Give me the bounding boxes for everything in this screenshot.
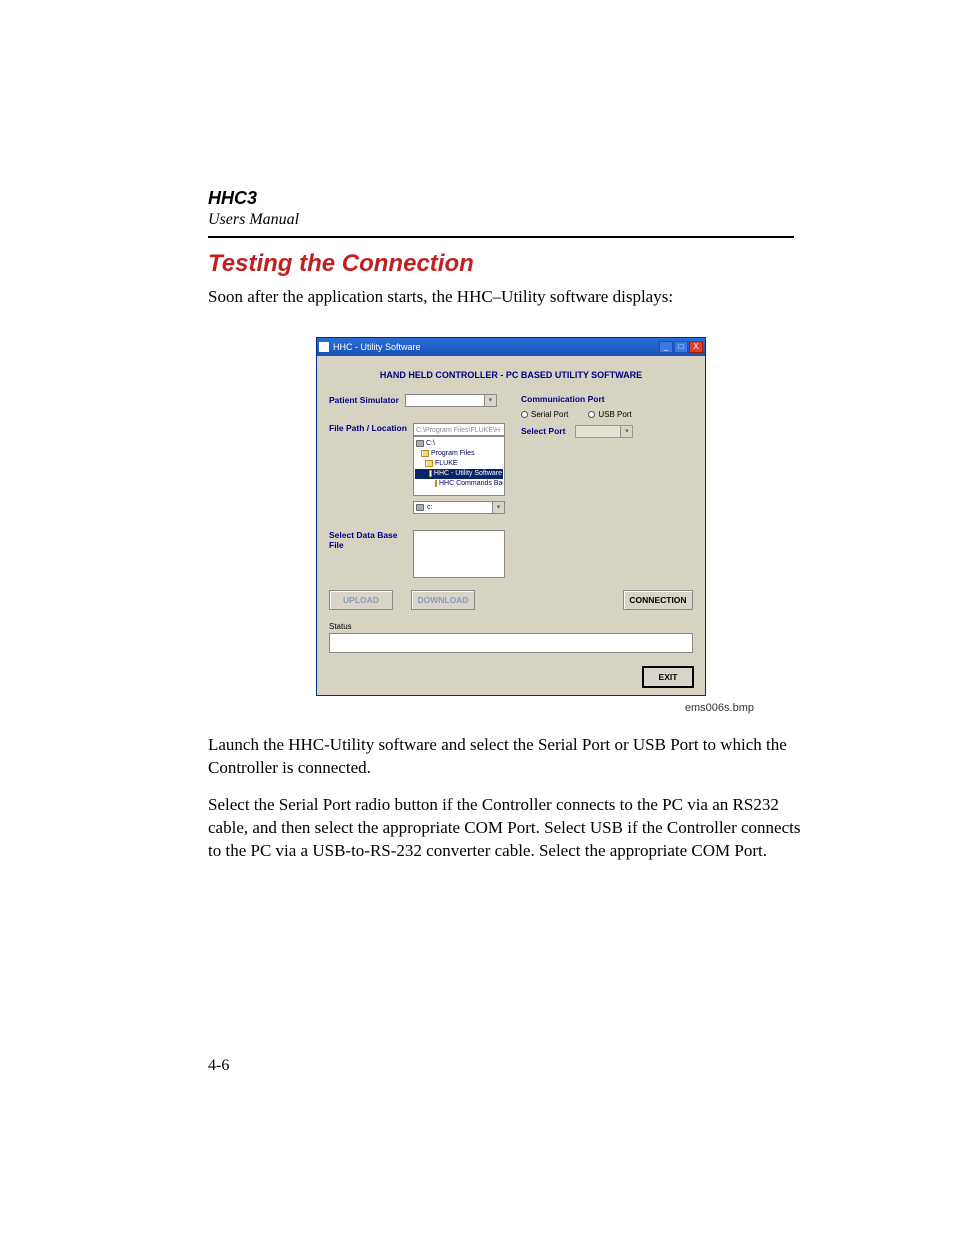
status-label: Status xyxy=(329,622,693,631)
product-name: HHC3 xyxy=(208,188,299,209)
header-rule xyxy=(208,236,794,238)
tree-item: FLUKE xyxy=(415,459,503,469)
paragraph-2: Launch the HHC-Utility software and sele… xyxy=(208,734,814,780)
download-button[interactable]: DOWNLOAD xyxy=(411,590,475,610)
usb-port-radio[interactable]: USB Port xyxy=(588,410,631,419)
window-title: HHC - Utility Software xyxy=(333,342,659,352)
select-db-label: Select Data Base File xyxy=(329,530,407,578)
chevron-down-icon: ▾ xyxy=(620,426,632,437)
paragraph-3: Select the Serial Port radio button if t… xyxy=(208,794,814,863)
intro-paragraph: Soon after the application starts, the H… xyxy=(208,286,814,309)
folder-tree[interactable]: C:\ Program Files FLUKE HHC - Utility So… xyxy=(413,436,505,496)
patient-simulator-label: Patient Simulator xyxy=(329,395,399,405)
folder-icon xyxy=(429,470,432,477)
database-file-listbox[interactable] xyxy=(413,530,505,578)
maximize-button[interactable]: □ xyxy=(674,341,688,353)
chevron-down-icon: ▾ xyxy=(484,395,496,406)
tree-item: HHC Commands Bac xyxy=(415,479,503,489)
patient-simulator-dropdown[interactable]: ▾ xyxy=(405,394,497,407)
drive-dropdown[interactable]: c: ▾ xyxy=(413,501,505,514)
figure-caption: ems006s.bmp xyxy=(208,702,754,714)
radio-icon xyxy=(588,411,595,418)
serial-port-radio[interactable]: Serial Port xyxy=(521,410,568,419)
status-box xyxy=(329,633,693,653)
folder-icon xyxy=(435,480,437,487)
page-number: 4-6 xyxy=(208,1057,229,1075)
comm-port-label: Communication Port xyxy=(521,394,693,404)
upload-button[interactable]: UPLOAD xyxy=(329,590,393,610)
window-titlebar[interactable]: HHC - Utility Software _ □ X xyxy=(317,338,705,356)
app-window: HHC - Utility Software _ □ X HAND HELD C… xyxy=(316,337,706,696)
doc-header: HHC3 Users Manual xyxy=(208,188,299,229)
tree-item-selected: HHC - Utility Software xyxy=(415,469,503,479)
section-heading: Testing the Connection xyxy=(208,250,814,278)
select-port-label: Select Port xyxy=(521,426,565,436)
select-port-dropdown[interactable]: ▾ xyxy=(575,425,633,438)
screenshot-figure: HHC - Utility Software _ □ X HAND HELD C… xyxy=(208,337,814,696)
app-icon xyxy=(319,342,329,352)
connection-button[interactable]: CONNECTION xyxy=(623,590,693,610)
folder-icon xyxy=(421,450,429,457)
folder-icon xyxy=(425,460,433,467)
chevron-down-icon: ▾ xyxy=(492,502,504,513)
drive-icon xyxy=(416,504,424,511)
minimize-button[interactable]: _ xyxy=(659,341,673,353)
close-button[interactable]: X xyxy=(689,341,703,353)
drive-icon xyxy=(416,440,424,447)
app-banner: HAND HELD CONTROLLER - PC BASED UTILITY … xyxy=(329,370,693,380)
file-path-label: File Path / Location xyxy=(329,423,407,514)
tree-item: C:\ xyxy=(415,439,503,449)
tree-item: Program Files xyxy=(415,449,503,459)
doc-subtitle: Users Manual xyxy=(208,211,299,229)
radio-icon xyxy=(521,411,528,418)
file-path-value: C:\Program Files\FLUKE\H xyxy=(413,423,505,436)
exit-button[interactable]: EXIT xyxy=(643,667,693,687)
